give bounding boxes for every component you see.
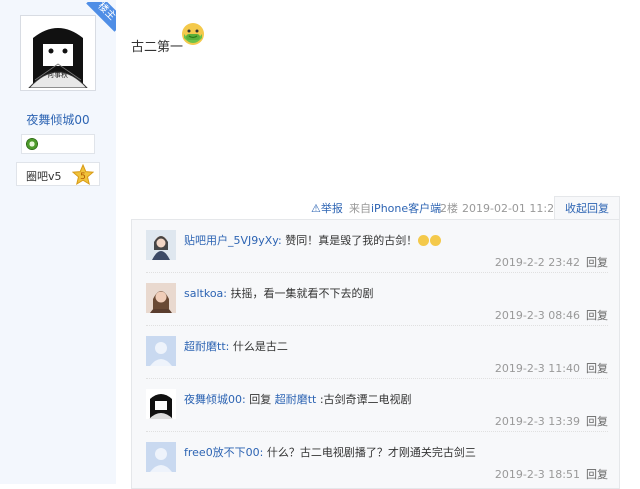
reply-text: saltkoa: 扶摇，看一集就看不下去的剧 — [184, 285, 374, 301]
reply-avatar[interactable] — [146, 283, 176, 313]
reply-avatar[interactable] — [146, 336, 176, 366]
reply-meta: 2019-2-3 11:40 回复 — [495, 360, 608, 376]
source-prefix: 来自 — [349, 202, 371, 215]
reply-time: 2019-2-3 18:51 — [494, 468, 580, 481]
thread-starter-ribbon: 楼主 — [82, 2, 116, 36]
author-level-badge[interactable]: 圈吧v5 5 — [16, 162, 100, 186]
warning-icon: ⚠ — [311, 202, 321, 215]
reply-time: 2019-2-2 23:42 — [494, 256, 580, 269]
post-content: 古二第一 — [131, 40, 184, 55]
reply-to-user-link[interactable]: 超耐磨tt — [275, 393, 317, 406]
reply-body: 什么？古二电视剧播了？才刚通关完古剑三 — [263, 446, 476, 459]
reply-button[interactable]: 回复 — [586, 256, 608, 269]
reply-button[interactable]: 回复 — [586, 309, 608, 322]
reply-avatar[interactable] — [146, 230, 176, 260]
reply-item: free0放不下00: 什么？古二电视剧播了？才刚通关完古剑三 2019-2-3… — [146, 432, 608, 484]
reply-text: 贴吧用户_5VJ9yXy: 赞同！真是毁了我的古剑！ — [184, 232, 442, 248]
reply-body: 扶摇，看一集就看不下去的剧 — [227, 287, 374, 300]
reply-avatar[interactable] — [146, 442, 176, 472]
author-name-link[interactable]: 夜舞倾城00 — [0, 111, 116, 128]
reply-body: :古剑奇谭二电视剧 — [316, 393, 412, 406]
reply-item: 超耐磨tt: 什么是古二 2019-2-3 11:40 回复 — [146, 326, 608, 379]
reply-meta: 2019-2-2 23:42 回复 — [495, 254, 608, 270]
level-star-icon: 5 — [72, 164, 94, 186]
thread-starter-badge: 楼主 — [86, 2, 116, 32]
user-avatar-image — [146, 230, 176, 260]
reply-item: 夜舞倾城00: 回复 超耐磨tt :古剑奇谭二电视剧 2019-2-3 13:3… — [146, 379, 608, 432]
author-icon-slot — [21, 134, 95, 154]
reply-meta: 2019-2-3 08:46 回复 — [495, 307, 608, 323]
report-link[interactable]: ⚠举报 — [311, 199, 343, 219]
level-label: 圈吧v5 — [26, 170, 62, 183]
reply-meta: 2019-2-3 13:39 回复 — [495, 413, 608, 429]
post-source: 来自iPhone客户端 — [349, 199, 441, 219]
gem-icon[interactable] — [26, 138, 38, 150]
reply-prefix: 回复 — [245, 393, 275, 406]
reply-avatar[interactable] — [146, 389, 176, 419]
reply-item: 贴吧用户_5VJ9yXy: 赞同！真是毁了我的古剑！ 2019-2-2 23:4… — [146, 220, 608, 273]
source-client-link[interactable]: iPhone客户端 — [371, 202, 441, 215]
crying-emoji-icon — [430, 235, 442, 246]
collapse-replies-button[interactable]: 收起回复 — [554, 196, 620, 220]
reply-username-link[interactable]: 夜舞倾城00: — [184, 393, 246, 406]
reply-text: 超耐磨tt: 什么是古二 — [184, 338, 288, 354]
reply-time: 2019-2-3 13:39 — [494, 415, 580, 428]
crying-emoji-icon — [418, 235, 430, 246]
reply-username-link[interactable]: free0放不下00: — [184, 446, 263, 459]
reply-button[interactable]: 回复 — [586, 468, 608, 481]
reply-time: 2019-2-3 11:40 — [494, 362, 580, 375]
report-label: 举报 — [320, 202, 343, 215]
user-avatar-image — [146, 389, 176, 419]
reply-button[interactable]: 回复 — [586, 362, 608, 375]
floor-number: 2楼 — [440, 202, 458, 215]
reply-text: free0放不下00: 什么？古二电视剧播了？才刚通关完古剑三 — [184, 444, 476, 460]
reply-body: 什么是古二 — [229, 340, 288, 353]
author-sidebar: 何事秋 楼主 夜舞倾城00 圈吧v5 5 — [0, 0, 116, 484]
default-avatar-image — [146, 442, 176, 472]
reply-button[interactable]: 回复 — [586, 415, 608, 428]
reply-text: 夜舞倾城00: 回复 超耐磨tt :古剑奇谭二电视剧 — [184, 391, 412, 407]
reply-username-link[interactable]: 贴吧用户_5VJ9yXy: — [184, 234, 282, 247]
post-time: 2019-02-01 11:28 — [462, 202, 562, 215]
user-avatar-image — [146, 283, 176, 313]
reply-time: 2019-2-3 08:46 — [494, 309, 580, 322]
avatar-fan-text: 何事秋 — [47, 71, 68, 79]
reply-username-link[interactable]: 超耐磨tt: — [184, 340, 229, 353]
default-avatar-image — [146, 336, 176, 366]
reply-meta: 2019-2-3 18:51 回复 — [495, 466, 608, 482]
reply-panel: 贴吧用户_5VJ9yXy: 赞同！真是毁了我的古剑！ 2019-2-2 23:4… — [131, 219, 620, 489]
level-number: 5 — [80, 172, 86, 182]
sick-face-emoji-icon — [182, 23, 204, 45]
reply-item: saltkoa: 扶摇，看一集就看不下去的剧 2019-2-3 08:46 回复 — [146, 273, 608, 326]
reply-username-link[interactable]: saltkoa: — [184, 287, 227, 300]
reply-body: 赞同！真是毁了我的古剑！ — [281, 234, 418, 247]
